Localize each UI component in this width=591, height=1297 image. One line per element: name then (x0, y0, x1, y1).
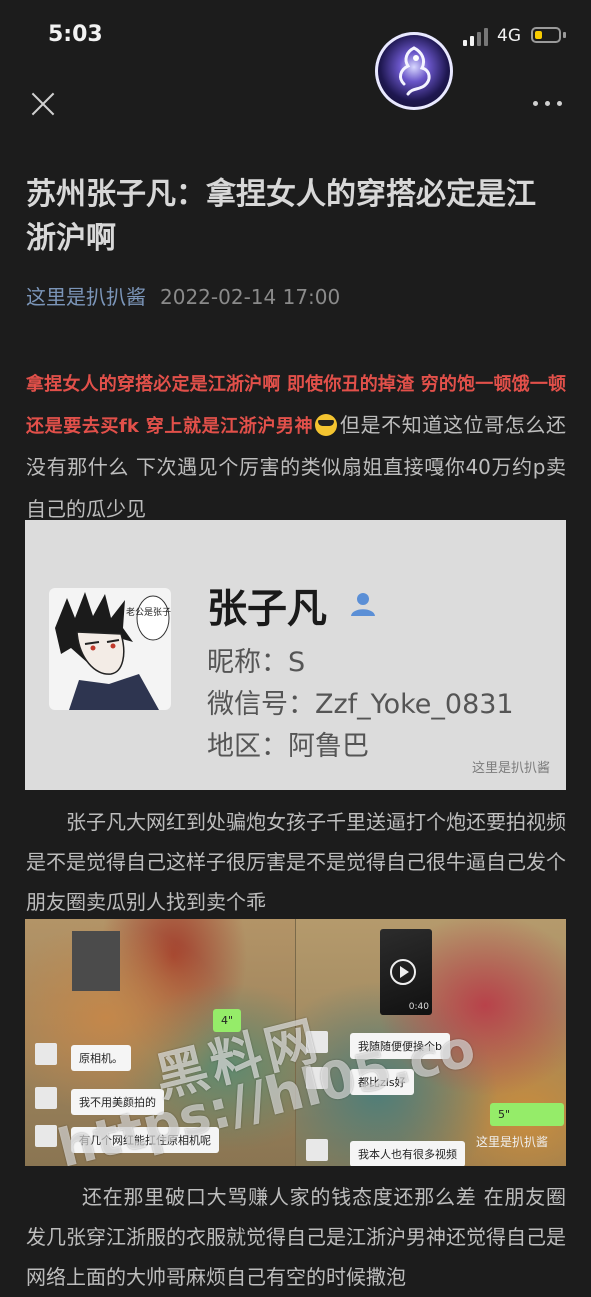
chat-bubble: 我随随便便操个b (350, 1033, 450, 1059)
network-type: 4G (497, 26, 521, 46)
author-link[interactable]: 这里是扒扒酱 (26, 285, 146, 309)
voice-message-bubble: 5" (490, 1103, 564, 1126)
photo-thumbnail (72, 931, 120, 991)
wechat-profile-image: 老公是张子凡 张子凡 昵称：S 微信号：Zzf_Yoke_0831 地区：阿鲁巴… (25, 520, 566, 790)
account-avatar[interactable] (375, 32, 453, 110)
chat-screenshots-image: 4" 原相机。 我不用美颜拍的 有几个网红能扛住原相机呢 0:40 我随随便便操… (25, 919, 566, 1166)
chat-avatar (306, 1139, 328, 1161)
card-watermark: 这里是扒扒酱 (471, 761, 550, 776)
close-icon[interactable] (28, 89, 58, 119)
profile-avatar: 老公是张子凡 (49, 588, 171, 710)
more-options-icon[interactable] (531, 94, 565, 112)
signal-icon (463, 28, 493, 46)
chat-screenshot-left: 4" 原相机。 我不用美颜拍的 有几个网红能扛住原相机呢 (25, 919, 295, 1166)
dragon-icon (399, 46, 431, 96)
chat-avatar (306, 1067, 328, 1089)
paragraph-1: 拿捏女人的穿搭必定是江浙沪啊 即使你丑的掉渣 穷的饱一顿饿一顿 还是要去买fk … (26, 365, 566, 531)
chat-avatar (35, 1043, 57, 1065)
chat-avatar (35, 1125, 57, 1147)
chat-bubble: 都比zls好 (350, 1069, 414, 1095)
chat-avatar (35, 1087, 57, 1109)
image-watermark: 这里是扒扒酱 (475, 1135, 548, 1149)
chat-bubble: 原相机。 (71, 1045, 131, 1071)
paragraph-2: 张子凡大网红到处骗炮女孩子千里送逼打个炮还要拍视频是不是觉得自己这样子很厉害是不… (26, 810, 566, 914)
battery-icon (531, 27, 561, 43)
play-icon (390, 959, 416, 985)
paragraph-3: 还在那里破口大骂赚人家的钱态度还那么差 在朋友圈发几张穿江浙服的衣服就觉得自己是… (26, 1185, 566, 1289)
profile-region: 地区：阿鲁巴 (207, 731, 369, 762)
chat-bubble: 我本人也有很多视频 (350, 1141, 465, 1166)
battery-tip-icon (563, 32, 566, 38)
sunglasses-emoji-icon (315, 414, 338, 436)
voice-message-bubble: 4" (213, 1009, 242, 1032)
status-time: 5:03 (48, 22, 103, 47)
article-meta: 这里是扒扒酱 2022-02-14 17:00 (26, 282, 340, 312)
chat-screenshot-right: 0:40 我随随便便操个b 都比zls好 5" 我本人也有很多视频 (296, 919, 566, 1166)
avatar-caption: 老公是张子凡 (126, 606, 171, 618)
status-bar: 5:03 4G (0, 0, 591, 70)
publish-date: 2022-02-14 17:00 (160, 285, 341, 309)
anime-portrait-icon: 老公是张子凡 (55, 592, 171, 710)
profile-wechat-id: 微信号：Zzf_Yoke_0831 (207, 689, 514, 720)
article-title: 苏州张子凡：拿捏女人的穿搭必定是江浙沪啊 (26, 177, 536, 256)
chat-bubble: 我不用美颜拍的 (71, 1089, 164, 1115)
video-message: 0:40 (380, 929, 432, 1015)
person-icon (351, 593, 375, 616)
profile-name: 张子凡 (207, 586, 327, 632)
chat-avatar (306, 1031, 328, 1053)
chat-bubble: 有几个网红能扛住原相机呢 (71, 1127, 219, 1153)
video-duration: 0:40 (408, 1002, 429, 1012)
profile-nickname: 昵称：S (207, 647, 306, 678)
